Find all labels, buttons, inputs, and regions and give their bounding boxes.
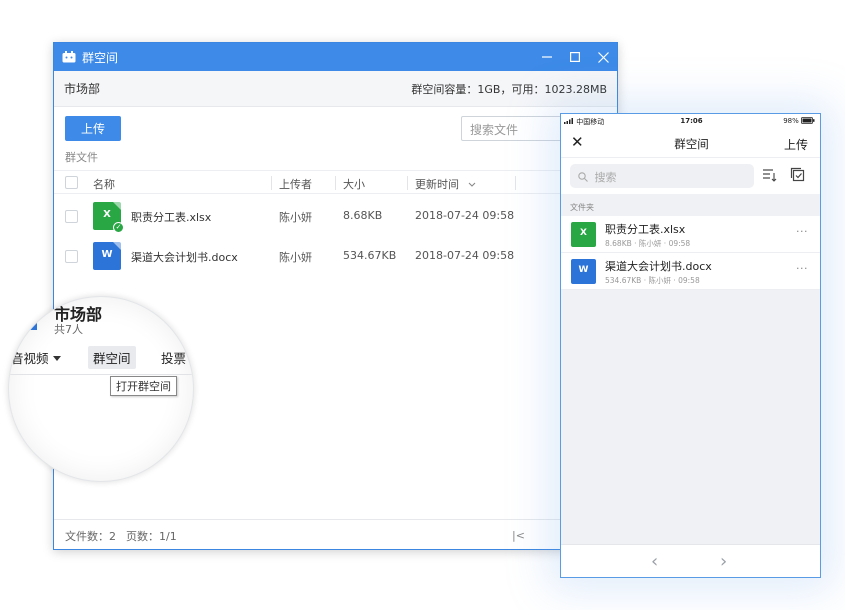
phone-navbar: ✕ 群空间 上传 — [561, 128, 820, 158]
forward-button[interactable]: › — [720, 551, 727, 572]
column-divider — [271, 176, 272, 190]
tab-audio-video[interactable]: 音视频 — [11, 348, 61, 367]
column-updated-label: 更新时间 — [415, 178, 459, 191]
column-divider — [335, 176, 336, 190]
battery: 98% — [783, 117, 815, 125]
tab-vote[interactable]: 投票 — [161, 348, 186, 367]
file-uploader: 陈小妍 — [279, 251, 312, 264]
table-row[interactable]: W 渠道大会计划书.docx 陈小妍 534.67KB 2018-07-24 0… — [54, 236, 617, 276]
caret-down-icon — [52, 356, 61, 361]
file-count: 文件数：2 — [65, 529, 116, 543]
maximize-button[interactable] — [561, 43, 589, 71]
close-button[interactable] — [589, 43, 617, 71]
file-size: 534.67KB — [343, 249, 397, 262]
window-titlebar: 群空间 — [54, 43, 617, 71]
column-divider — [407, 176, 408, 190]
phone-title: 群空间 — [674, 137, 709, 151]
window-footer: 文件数：2 页数：1/1 |< — [54, 519, 617, 549]
member-count: 共7人 — [54, 323, 83, 336]
sort-button[interactable] — [762, 167, 778, 183]
phone-search-bar: 搜索 — [561, 158, 820, 194]
maximize-icon — [570, 52, 580, 62]
upload-button[interactable]: 上传 — [65, 116, 121, 141]
row-checkbox[interactable] — [65, 250, 78, 263]
phone-screen: 中国移动 17:06 98% ✕ 群空间 上传 搜索 文件夹 X 职责分工表.x… — [560, 113, 821, 578]
word-file-icon: W — [571, 259, 596, 284]
status-bar: 中国移动 17:06 98% — [561, 114, 820, 128]
column-updated[interactable]: 更新时间 — [415, 176, 476, 192]
group-space-icon — [62, 51, 76, 63]
column-divider — [515, 176, 516, 190]
back-button[interactable]: ‹ — [651, 551, 658, 572]
word-file-icon: W — [93, 242, 121, 270]
first-page-button[interactable]: |< — [512, 529, 525, 542]
file-name: 渠道大会计划书.docx — [605, 260, 712, 273]
select-all-checkbox[interactable] — [65, 176, 78, 189]
multi-select-button[interactable] — [790, 167, 806, 183]
more-button[interactable]: ··· — [796, 225, 808, 238]
multi-select-icon — [790, 167, 805, 182]
search-icon — [578, 172, 588, 182]
file-name[interactable]: 职责分工表.xlsx — [131, 209, 211, 225]
row-checkbox[interactable] — [65, 210, 78, 223]
column-name[interactable]: 名称 — [93, 176, 115, 192]
group-avatar — [19, 312, 37, 330]
group-tabs: 音视频 群空间 投票 — [9, 343, 193, 375]
table-row[interactable]: X ✓ 职责分工表.xlsx 陈小妍 8.68KB 2018-07-24 09:… — [54, 196, 617, 236]
excel-file-icon: X — [571, 222, 596, 247]
list-item[interactable]: W 渠道大会计划书.docx 534.67KB · 陈小妍 · 09:58 ··… — [561, 253, 820, 290]
magnifier-callout: 市场部 共7人 音视频 群空间 投票 打开群空间 — [9, 297, 193, 481]
search-input[interactable]: 搜索 — [570, 164, 754, 188]
group-header: 市场部 群空间容量：1GB，可用：1023.28MB — [54, 71, 617, 107]
file-meta: 534.67KB · 陈小妍 · 09:58 — [605, 276, 700, 285]
tooltip: 打开群空间 — [110, 376, 177, 396]
sort-chevron-icon — [468, 182, 475, 187]
close-icon — [597, 51, 609, 63]
synced-check-icon: ✓ — [113, 222, 124, 233]
phone-bottom-bar: ‹ › — [561, 544, 820, 577]
section-label: 文件夹 — [561, 194, 820, 216]
file-uploader: 陈小妍 — [279, 211, 312, 224]
column-uploader[interactable]: 上传者 — [279, 176, 312, 192]
clock: 17:06 — [680, 117, 703, 125]
section-label: 群文件 — [65, 151, 98, 164]
file-name[interactable]: 渠道大会计划书.docx — [131, 249, 238, 265]
window-title: 群空间 — [82, 50, 119, 65]
capacity-text: 群空间容量：1GB，可用：1023.28MB — [411, 82, 607, 96]
page-count: 页数：1/1 — [126, 529, 177, 543]
upload-button[interactable]: 上传 — [784, 136, 808, 153]
file-updated: 2018-07-24 09:58 — [415, 249, 515, 262]
battery-icon — [801, 117, 815, 124]
file-name: 职责分工表.xlsx — [605, 223, 686, 236]
minimize-icon — [542, 56, 552, 58]
list-item[interactable]: X 职责分工表.xlsx 8.68KB · 陈小妍 · 09:58 ··· — [561, 216, 820, 253]
file-updated: 2018-07-24 09:58 — [415, 209, 515, 222]
file-size: 8.68KB — [343, 209, 383, 222]
group-name: 市场部 — [64, 82, 101, 96]
tab-group-space[interactable]: 群空间 — [88, 346, 136, 369]
desktop-window: 群空间 市场部 群空间容量：1GB，可用：1023.28MB 上传 搜索文件 群… — [53, 42, 618, 550]
excel-file-icon: X ✓ — [93, 202, 124, 233]
sort-list-icon — [763, 169, 777, 182]
more-button[interactable]: ··· — [796, 262, 808, 275]
file-meta: 8.68KB · 陈小妍 · 09:58 — [605, 239, 691, 248]
minimize-button[interactable] — [533, 43, 561, 71]
column-size[interactable]: 大小 — [343, 176, 365, 192]
table-header: 名称 上传者 大小 更新时间 — [54, 170, 617, 194]
